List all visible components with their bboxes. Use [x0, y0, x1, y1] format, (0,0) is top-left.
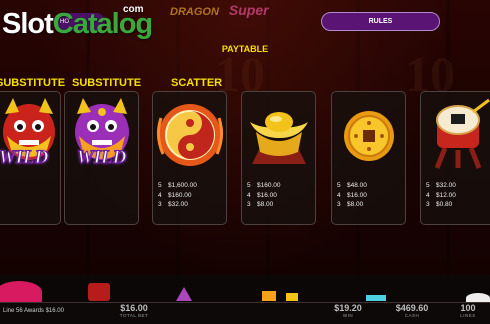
paytable-card-wild-purple: WILD [64, 91, 139, 225]
rules-button[interactable]: RULES [321, 12, 440, 31]
win-meter: $19.20 WIN [334, 303, 362, 318]
paytable-card-drum: 5 $32.00 4 $12.00 3 $0.80 [420, 91, 490, 225]
pay-values: 5 $1,600.00 4 $160.00 3 $32.00 [158, 182, 197, 209]
cash-meter: $469.60 CASH [395, 303, 429, 318]
game-title: DRAGON Super [170, 2, 269, 18]
watermark-logo: SlotCatalog com [2, 4, 153, 40]
scatter-label: SCATTER [171, 77, 223, 89]
pay-values: 5 $32.00 4 $12.00 3 $0.80 [426, 182, 456, 209]
substitute-label: SUBSTITUTE [72, 77, 142, 89]
crown-icon [262, 291, 276, 301]
ingot-small-icon [286, 293, 298, 301]
lantern-icon [88, 283, 110, 301]
drum-icon [421, 96, 490, 174]
wild-label: WILD [0, 147, 49, 169]
yin-yang-scatter-icon [153, 96, 226, 174]
paytable-card-ingot: 5 $160.00 4 $16.00 3 $8.00 [241, 91, 316, 225]
paytable-card-wild-red: WILD [0, 91, 61, 225]
pay-values: 5 $48.00 4 $16.00 3 $8.00 [337, 182, 367, 209]
paytable-card-scatter: 5 $1,600.00 4 $160.00 3 $32.00 [152, 91, 227, 225]
jade-icon [366, 295, 386, 301]
paytable-card-coin: 5 $48.00 4 $16.00 3 $8.00 [331, 91, 406, 225]
line-award-text: Line 56 Awards $16.00 [3, 308, 64, 314]
gold-coin-icon [332, 96, 405, 174]
substitute-label: SUBSTITUTE [0, 77, 66, 89]
lines-meter[interactable]: 100 LINES [448, 303, 488, 318]
next-row-strip [0, 275, 490, 303]
pay-values: 5 $160.00 4 $16.00 3 $8.00 [247, 182, 281, 209]
wild-label: WILD [76, 147, 127, 169]
gold-ingot-icon [242, 96, 315, 174]
total-bet-meter[interactable]: $16.00 TOTAL BET [110, 303, 158, 318]
lotus-icon [0, 281, 42, 303]
paytable-title: PAYTABLE [221, 44, 269, 54]
gem-icon [176, 287, 192, 301]
